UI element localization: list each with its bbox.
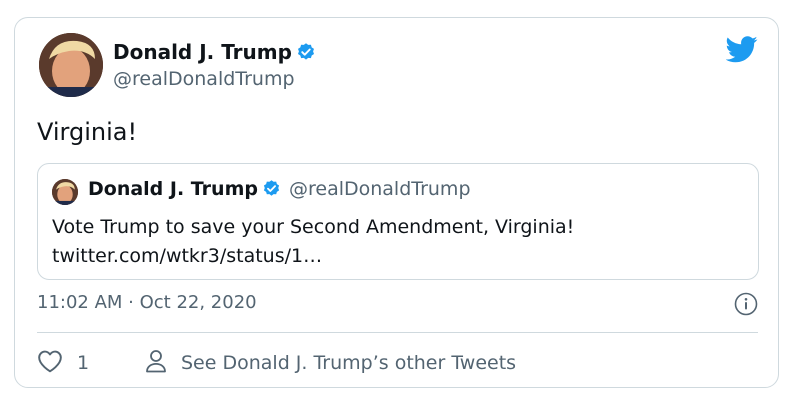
quoted-author-name: Donald J. Trump — [88, 178, 258, 200]
tweet-card: Donald J. Trump @realDonaldTrump Virgini… — [14, 17, 779, 388]
quoted-text-line: Vote Trump to save your Second Amendment… — [52, 216, 575, 238]
divider — [37, 332, 758, 333]
quoted-link[interactable]: twitter.com/wtkr3/status/1… — [52, 242, 574, 271]
quoted-author-avatar — [52, 179, 78, 205]
heart-icon — [37, 349, 63, 378]
quoted-header: Donald J. Trump @realDonaldTrump — [88, 178, 471, 203]
author-avatar[interactable] — [39, 33, 103, 97]
author-name[interactable]: Donald J. Trump — [113, 40, 316, 67]
tweet-text: Virginia! — [37, 118, 138, 146]
like-count: 1 — [77, 352, 90, 374]
other-tweets-link[interactable]: See Donald J. Trump’s other Tweets — [145, 348, 516, 378]
verified-badge-icon — [296, 42, 316, 67]
quoted-tweet-text: Vote Trump to save your Second Amendment… — [52, 213, 574, 271]
quoted-author-handle: @realDonaldTrump — [288, 178, 471, 200]
twitter-bird-icon[interactable] — [725, 36, 758, 67]
verified-badge-icon — [262, 179, 281, 203]
quoted-tweet[interactable]: Donald J. Trump @realDonaldTrump Vote Tru… — [37, 163, 759, 280]
tweet-timestamp[interactable]: 11:02 AM · Oct 22, 2020 — [37, 292, 257, 313]
other-tweets-label[interactable]: See Donald J. Trump’s other Tweets — [181, 352, 516, 374]
author-handle[interactable]: @realDonaldTrump — [113, 68, 295, 90]
info-icon[interactable] — [734, 292, 758, 320]
like-button[interactable]: 1 — [37, 348, 89, 378]
person-icon — [145, 349, 167, 378]
